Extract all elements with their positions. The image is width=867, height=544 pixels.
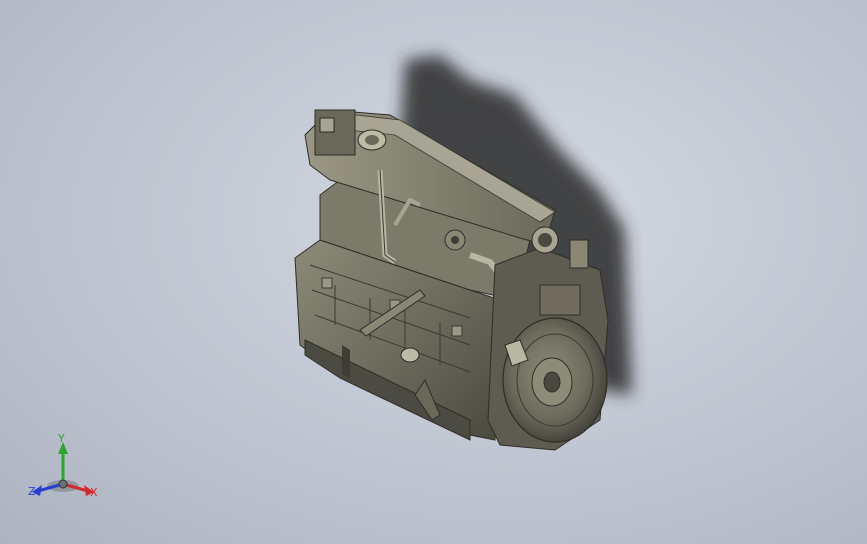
triad-x-label: X <box>90 486 98 499</box>
triad-y-label: Y <box>58 432 65 445</box>
graphics-viewport[interactable]: Y Z X <box>0 0 867 544</box>
orientation-triad[interactable]: Y Z X <box>20 428 110 508</box>
triad-z-label: Z <box>28 485 36 498</box>
engine-3d-model[interactable] <box>0 0 867 544</box>
